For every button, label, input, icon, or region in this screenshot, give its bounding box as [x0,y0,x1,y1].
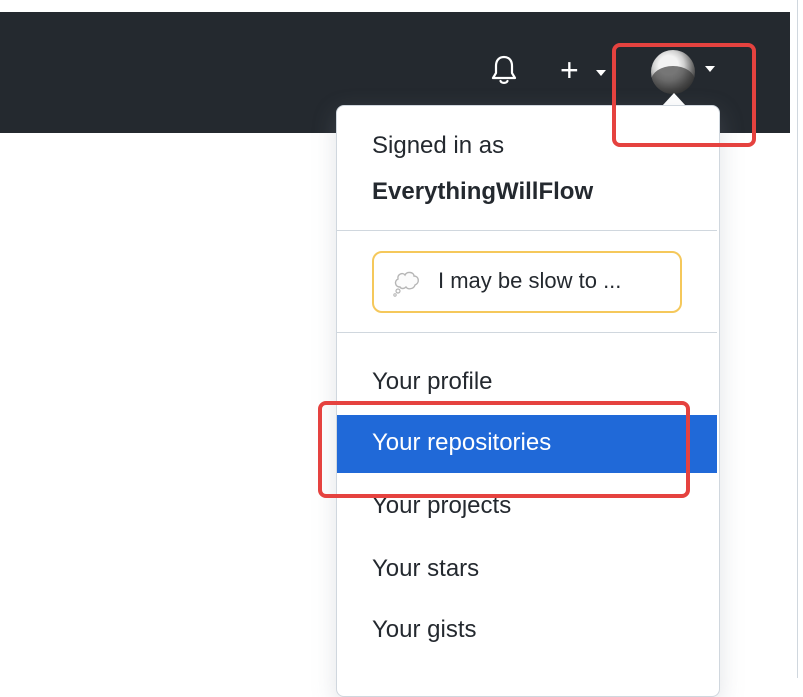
divider [337,332,717,333]
annotation-highlight-repositories [318,401,690,498]
username: EverythingWillFlow [372,178,594,205]
top-whitespace [0,0,803,12]
signed-in-label: Signed in as [372,132,505,159]
menu-item-label: Your stars [372,555,480,582]
bell-icon[interactable] [491,55,517,85]
menu-item-label: Your profile [372,368,493,395]
menu-item-label: Your gists [372,616,477,643]
annotation-highlight-avatar [612,43,756,147]
status-text: I may be slow to ... [438,268,622,293]
divider [337,230,717,231]
chevron-down-icon[interactable] [596,70,606,76]
set-status-button[interactable]: I may be slow to ... [372,251,682,313]
thought-bubble-icon [393,271,419,297]
menu-item-your-stars[interactable]: Your stars [337,541,717,599]
plus-icon[interactable]: + [560,54,579,86]
menu-item-your-gists[interactable]: Your gists [337,602,717,660]
window-edge-line [797,0,798,678]
